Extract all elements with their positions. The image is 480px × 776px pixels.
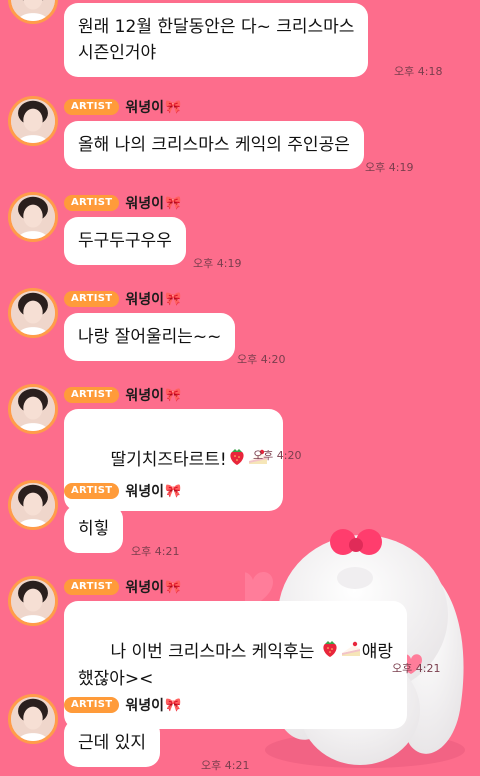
message-bubble[interactable]: 히힣 xyxy=(64,505,124,553)
sender-row: ARTIST 워녕이 🎀 xyxy=(64,290,181,308)
ribbon-icon: 🎀 xyxy=(165,99,182,115)
ribbon-icon: 🎀 xyxy=(165,697,182,713)
ribbon-icon: 🎀 xyxy=(165,195,182,211)
artist-avatar[interactable] xyxy=(8,480,58,530)
artist-badge: ARTIST xyxy=(64,697,120,713)
artist-avatar[interactable] xyxy=(8,96,58,146)
sender-name[interactable]: 워녕이 xyxy=(125,695,164,715)
artist-badge: ARTIST xyxy=(64,99,120,115)
sender-row: ARTIST 워녕이 🎀 xyxy=(64,98,181,116)
message-text: 딸기치즈타르트! xyxy=(110,450,227,470)
artist-badge: ARTIST xyxy=(64,291,120,307)
message-time: 오후 4:21 xyxy=(131,545,180,558)
artist-avatar[interactable] xyxy=(8,192,58,242)
message-bubble[interactable]: 원래 12월 한달동안은 다~ 크리스마스 시즌인거야 xyxy=(64,3,369,77)
sender-row: ARTIST 워녕이 🎀 xyxy=(64,578,181,596)
message-time: 오후 4:19 xyxy=(365,161,414,174)
chat-area: 원래 12월 한달동안은 다~ 크리스마스 시즌인거야 오후 4:18 ARTI… xyxy=(0,0,480,776)
message-time: 오후 4:20 xyxy=(237,353,286,366)
message-bubble[interactable]: 두구두구우우 xyxy=(64,217,186,265)
sender-name[interactable]: 워녕이 xyxy=(125,289,164,309)
sender-row: ARTIST 워녕이 🎀 xyxy=(64,696,181,714)
message-time: 오후 4:21 xyxy=(201,759,250,772)
sender-name[interactable]: 워녕이 xyxy=(125,97,164,117)
artist-badge: ARTIST xyxy=(64,195,120,211)
cake-icon xyxy=(340,638,362,666)
message-time: 오후 4:19 xyxy=(193,257,242,270)
artist-avatar[interactable] xyxy=(8,288,58,338)
sender-name[interactable]: 워녕이 xyxy=(125,193,164,213)
ribbon-icon: 🎀 xyxy=(165,579,182,595)
artist-badge: ARTIST xyxy=(64,483,120,499)
artist-avatar[interactable] xyxy=(8,694,58,744)
artist-avatar[interactable] xyxy=(8,0,58,24)
message-time: 오후 4:18 xyxy=(394,65,443,78)
ribbon-icon: 🎀 xyxy=(165,387,182,403)
ribbon-icon: 🎀 xyxy=(165,291,182,307)
artist-badge: ARTIST xyxy=(64,579,120,595)
message-bubble[interactable]: 올해 나의 크리스마스 케익의 주인공은 xyxy=(64,121,364,169)
artist-avatar[interactable] xyxy=(8,384,58,434)
message-time: 오후 4:21 xyxy=(392,662,441,675)
message-bubble[interactable]: 근데 있지 xyxy=(64,719,160,767)
artist-avatar[interactable] xyxy=(8,576,58,626)
sender-name[interactable]: 워녕이 xyxy=(125,577,164,597)
sender-row: ARTIST 워녕이 🎀 xyxy=(64,194,181,212)
message-bubble[interactable]: 나랑 잘어울리는~~ xyxy=(64,313,236,361)
sender-name[interactable]: 워녕이 xyxy=(125,481,164,501)
strawberry-icon xyxy=(227,446,247,474)
ribbon-icon: 🎀 xyxy=(165,483,182,499)
message-time: 오후 4:20 xyxy=(253,449,302,462)
sender-row: ARTIST 워녕이 🎀 xyxy=(64,482,181,500)
sender-name[interactable]: 워녕이 xyxy=(125,385,164,405)
sender-row: ARTIST 워녕이 🎀 xyxy=(64,386,181,404)
artist-badge: ARTIST xyxy=(64,387,120,403)
strawberry-icon xyxy=(320,638,340,666)
message-text: 나 이번 크리스마스 케익후는 xyxy=(110,642,320,662)
